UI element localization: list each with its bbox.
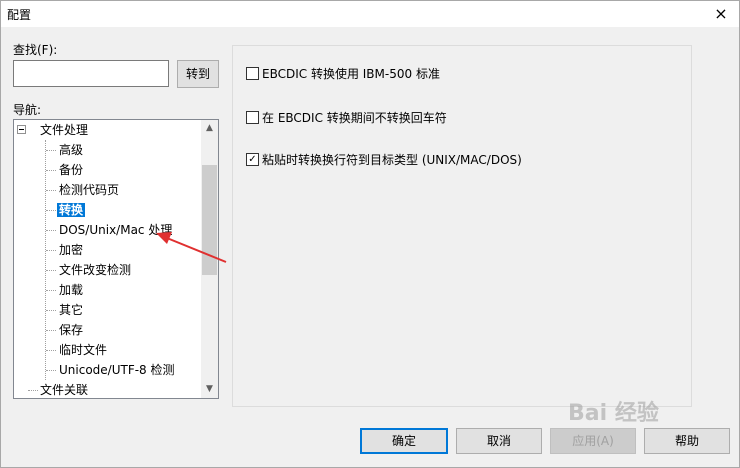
watermark-logo: Bai 经验 <box>568 401 659 426</box>
